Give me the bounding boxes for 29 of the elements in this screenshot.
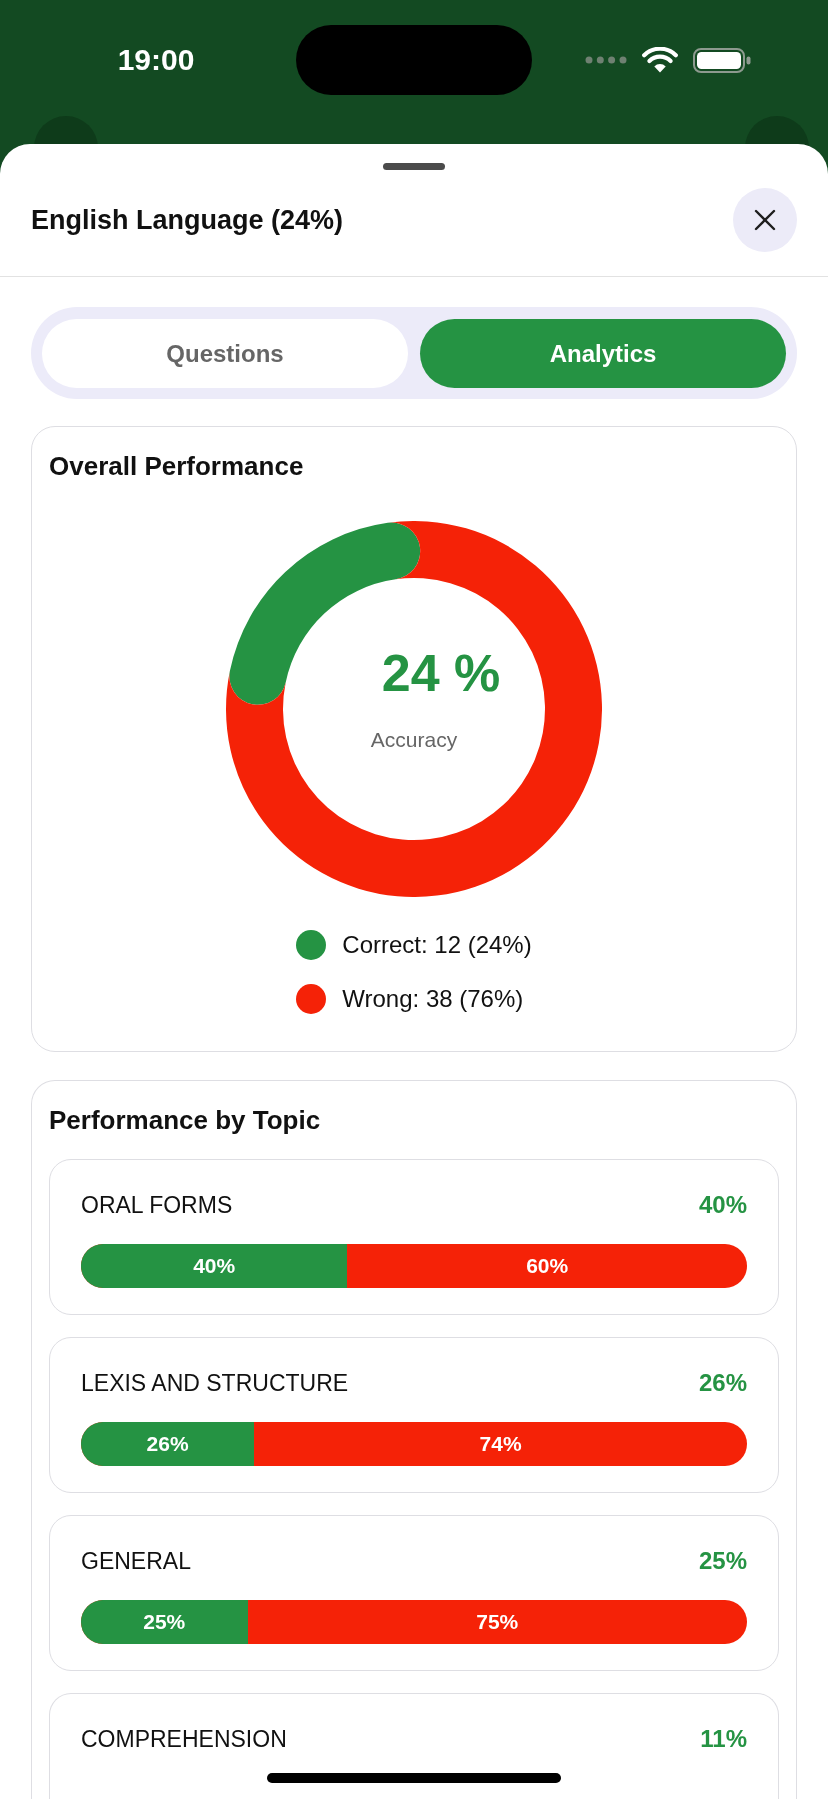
topic-name: GENERAL	[81, 1547, 191, 1575]
card-title: Overall Performance	[49, 451, 304, 481]
wrong-share-label: 74%	[478, 1431, 523, 1457]
close-icon	[754, 209, 776, 231]
topic-name: ORAL FORMS	[81, 1191, 233, 1219]
wrong-share-label: 75%	[475, 1609, 520, 1635]
correct-bar: 40%	[81, 1244, 348, 1288]
legend-label: Correct: 12 (24%)	[342, 930, 532, 960]
topic-percent: 11%	[700, 1725, 747, 1753]
sheet-title: English Language (24%)	[31, 204, 344, 237]
accuracy-label: Accuracy	[370, 727, 458, 753]
battery-icon	[693, 47, 751, 73]
accuracy-value: 24 %	[381, 643, 501, 703]
topic-percent: 25%	[698, 1547, 747, 1575]
tab[interactable]: Questions	[42, 319, 408, 388]
tab[interactable]: Analytics	[420, 319, 786, 388]
correct-bar: 25%	[81, 1600, 248, 1644]
topic-name: LEXIS AND STRUCTURE	[81, 1369, 349, 1397]
status-time: 19:00	[117, 42, 195, 78]
drag-handle[interactable]	[383, 163, 445, 170]
signal-icon	[585, 56, 627, 64]
wrong-share-label: 60%	[525, 1253, 570, 1279]
topic-percent: 26%	[698, 1369, 747, 1397]
correct-bar: 26%	[81, 1422, 255, 1466]
topic-percent: 40%	[698, 1191, 747, 1219]
wifi-icon	[642, 47, 678, 73]
topic-name: COMPREHENSION	[81, 1725, 287, 1753]
card-title: Performance by Topic	[49, 1105, 321, 1135]
legend-label: Wrong: 38 (76%)	[342, 984, 524, 1014]
